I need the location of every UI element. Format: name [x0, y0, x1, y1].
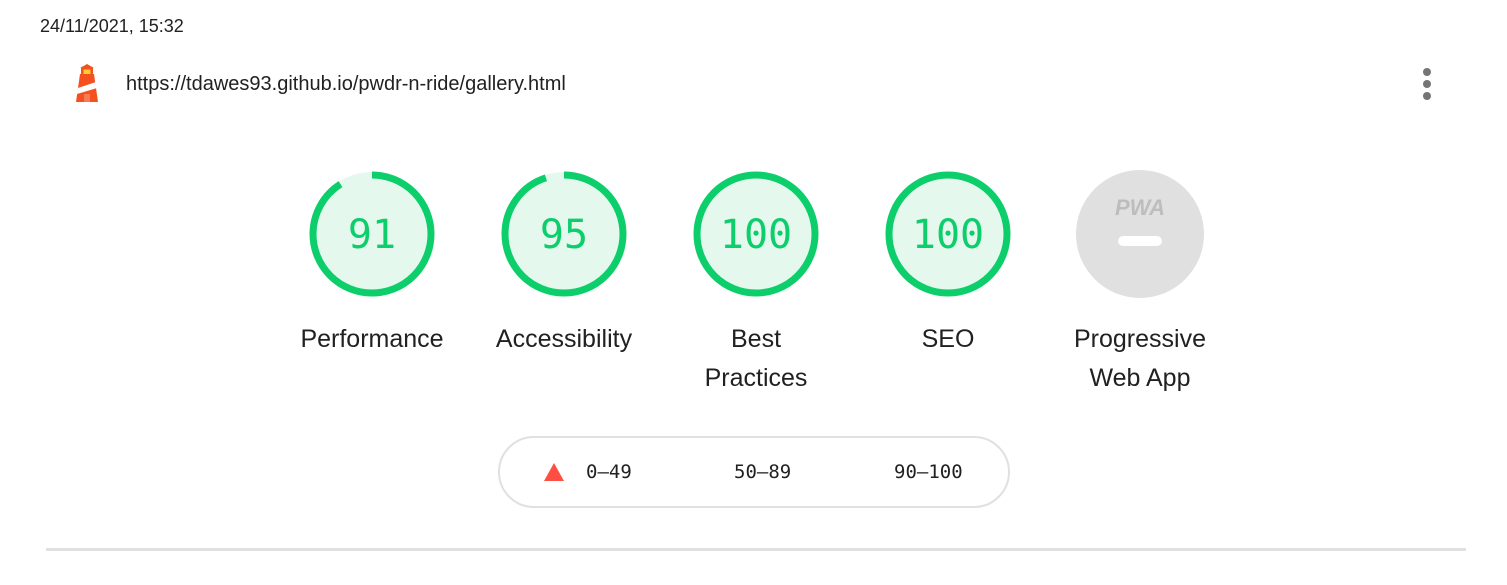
gauge-label: Accessibility — [495, 325, 633, 353]
gauge-seo-ring: 100 — [885, 171, 1011, 297]
gauge-seo[interactable]: 100 SEO — [852, 168, 1044, 398]
legend-average: 50–89 — [734, 461, 791, 483]
lighthouse-icon — [72, 64, 102, 104]
triangle-icon — [544, 463, 564, 481]
section-divider — [46, 548, 1466, 551]
pwa-badge-icon: PWA — [1076, 170, 1204, 298]
pwa-badge-background — [1076, 170, 1204, 298]
gauge-performance[interactable]: 91 Performance — [276, 168, 468, 398]
gauge-score: 100 — [912, 212, 984, 258]
menu-dot — [1423, 92, 1431, 100]
gauge-score: 95 — [540, 212, 588, 258]
gauge-score: 91 — [348, 212, 396, 258]
menu-dot — [1423, 68, 1431, 76]
gauge-accessibility[interactable]: 95 Accessibility — [468, 168, 660, 398]
score-gauges: 91 Performance 95 Accessibility 100 Best… — [276, 168, 1236, 398]
pwa-badge-text: PWA — [1115, 195, 1165, 220]
gauge-pwa[interactable]: PWA Progressive Web App — [1044, 168, 1236, 398]
lighthouse-report: 24/11/2021, 15:32 https://tdawes93.githu… — [0, 0, 1507, 585]
more-vertical-icon[interactable] — [1412, 66, 1442, 102]
report-timestamp: 24/11/2021, 15:32 — [40, 16, 184, 36]
gauge-best-practices-ring: 100 — [693, 171, 819, 297]
gauge-label: Best Practices — [704, 325, 808, 392]
pwa-dash — [1118, 236, 1162, 246]
report-header: https://tdawes93.github.io/pwdr-n-ride/g… — [72, 64, 1442, 104]
gauge-accessibility-ring: 95 — [501, 171, 627, 297]
gauge-label: SEO — [921, 325, 975, 353]
gauge-score: 100 — [720, 212, 792, 258]
gauge-label: Progressive Web App — [1074, 325, 1206, 392]
legend-pass: 90–100 — [894, 461, 963, 483]
report-url[interactable]: https://tdawes93.github.io/pwdr-n-ride/g… — [126, 73, 566, 96]
legend-pass-label: 90–100 — [894, 461, 963, 483]
menu-dot — [1423, 80, 1431, 88]
gauge-label: Performance — [300, 325, 444, 353]
gauge-performance-ring: 91 — [309, 171, 435, 297]
legend-average-label: 50–89 — [734, 461, 792, 483]
score-scale-legend: 0–49 50–89 90–100 — [498, 436, 1010, 508]
legend-fail: 0–49 — [544, 461, 632, 483]
legend-fail-label: 0–49 — [586, 461, 632, 483]
gauge-best-practices[interactable]: 100 Best Practices — [660, 168, 852, 398]
